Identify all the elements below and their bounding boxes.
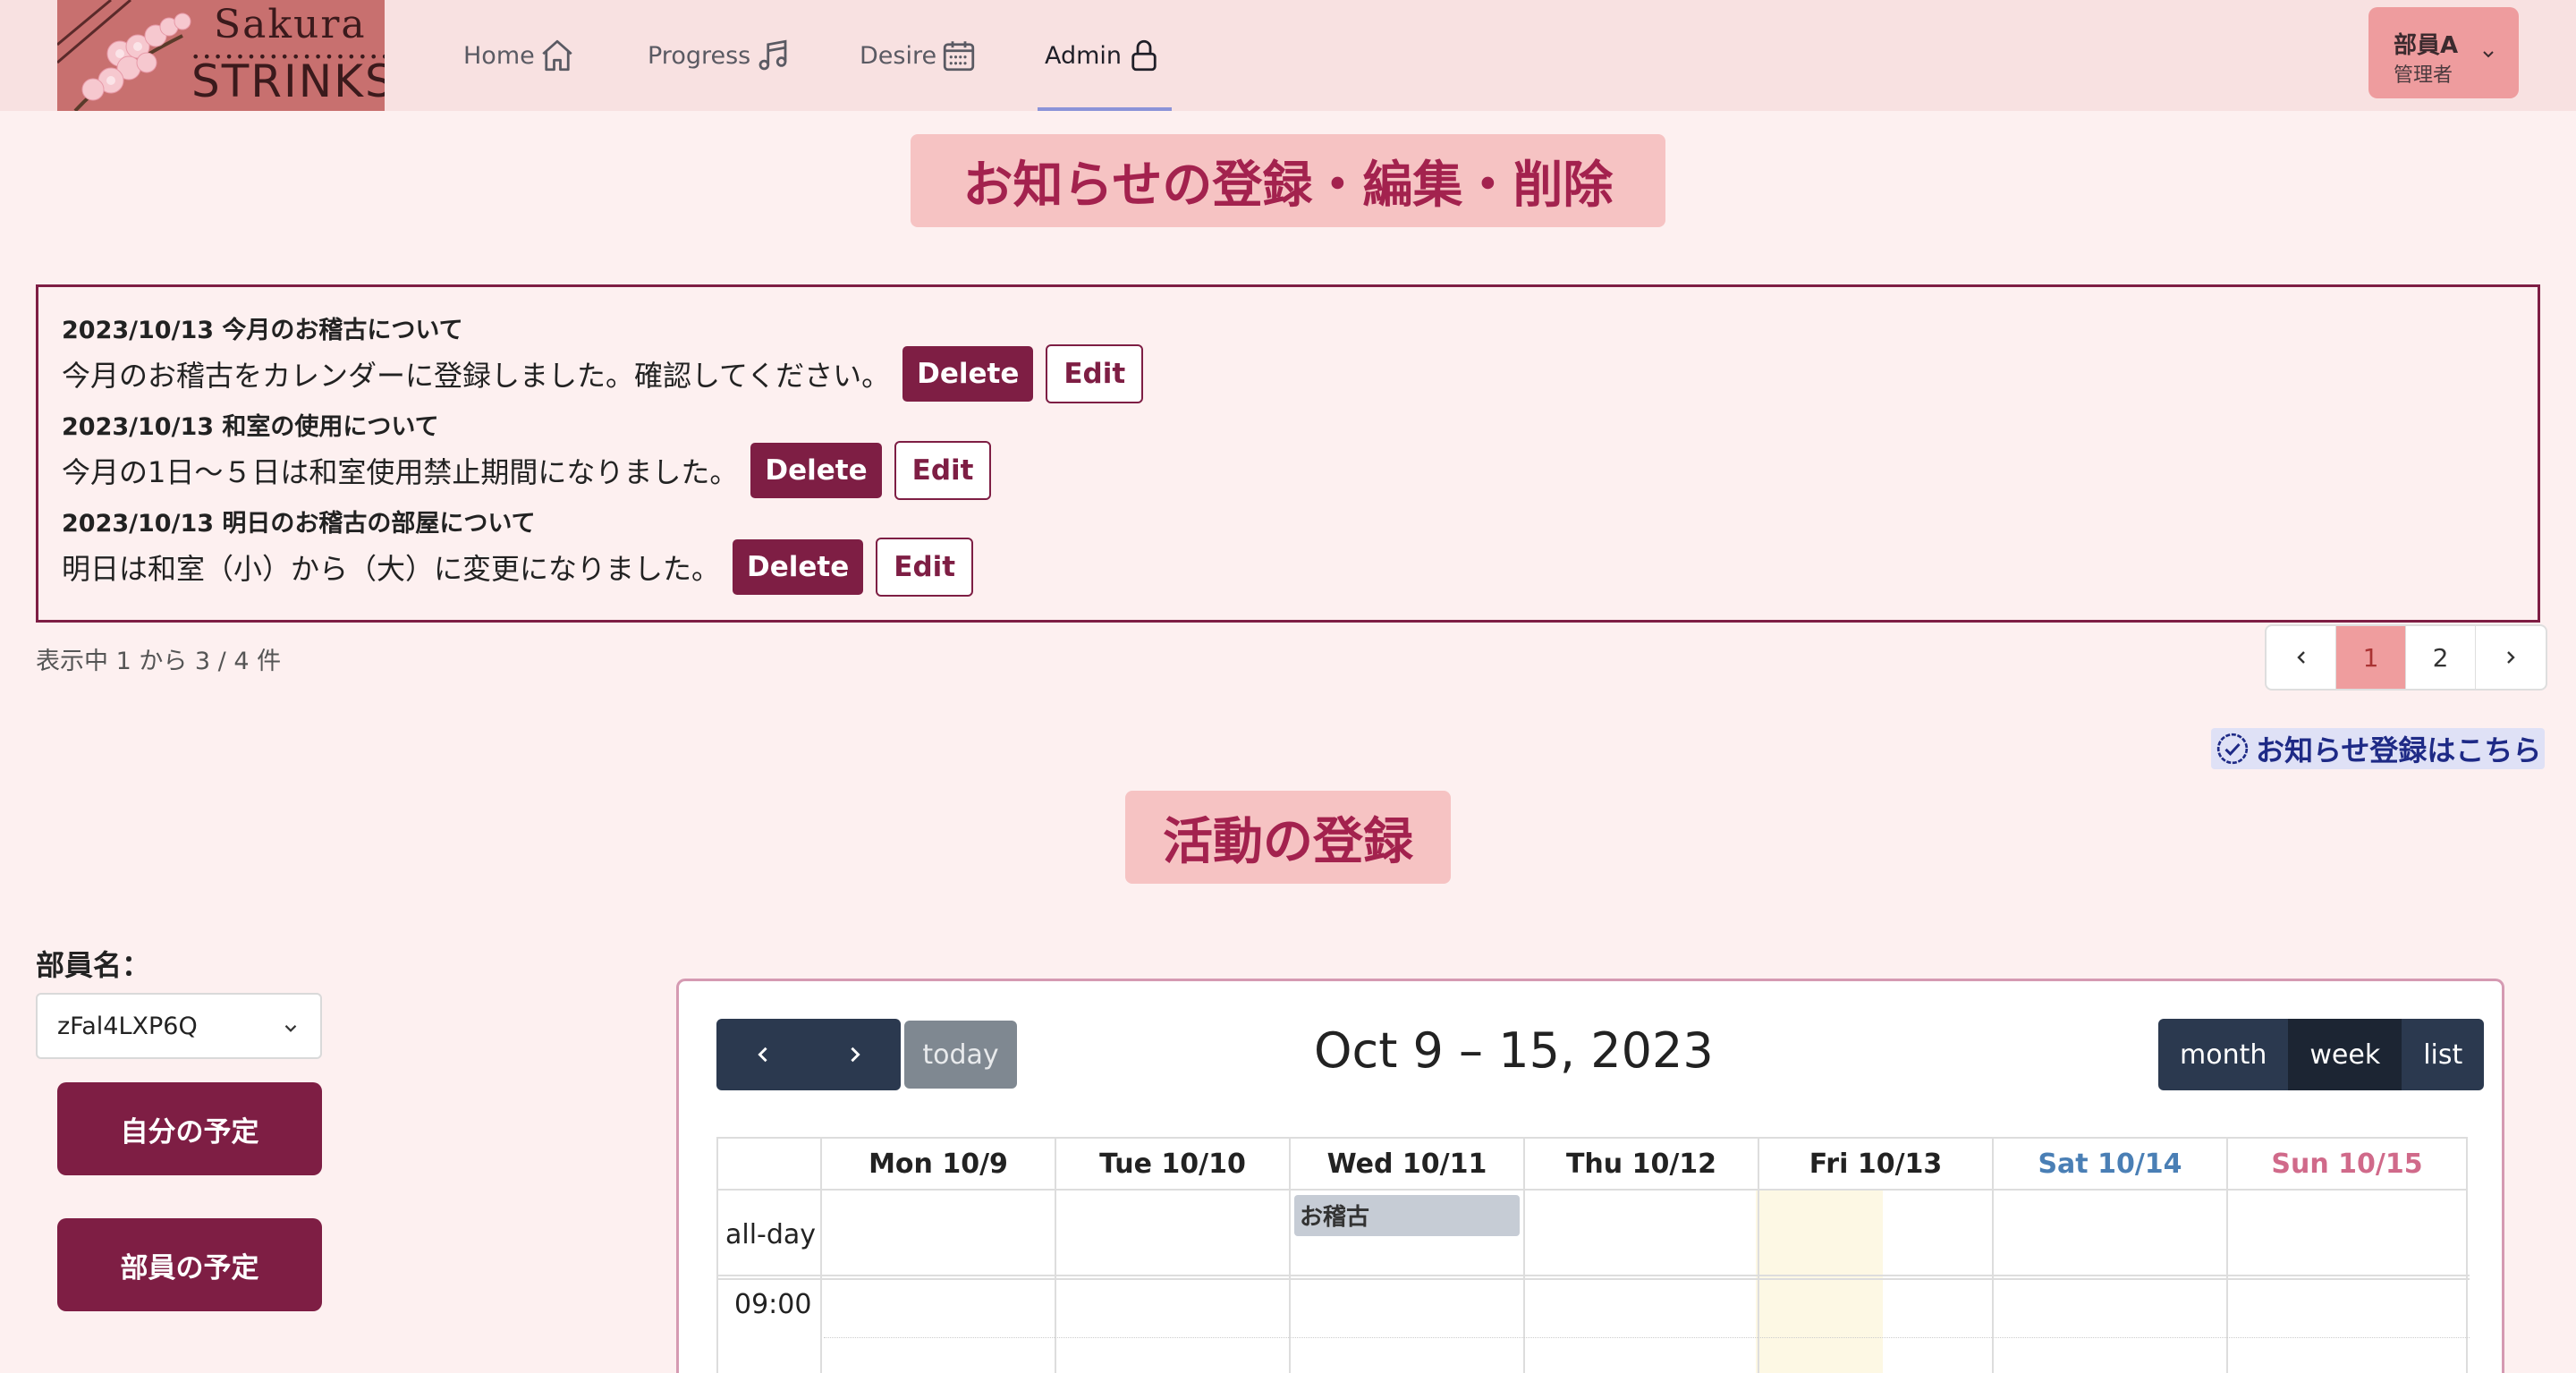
calendar-icon <box>943 41 975 72</box>
nav-progress-label: Progress <box>648 41 751 70</box>
delete-button[interactable]: Delete <box>902 346 1034 402</box>
notice-title: 2023/10/13 今月のお稽古について <box>62 317 463 344</box>
notice-body: 今月の1日〜５日は和室使用禁止期間になりました。 <box>62 455 739 489</box>
chevron-right-icon <box>850 1047 860 1063</box>
calendar-grid: Mon 10/9 Tue 10/10 Wed 10/11 Thu 10/12 F… <box>716 1137 2470 1373</box>
notice-register-link-label: お知らせ登録はこちら <box>2256 733 2542 767</box>
lock-icon <box>1131 39 1157 72</box>
notice-title: 2023/10/13 明日のお稽古の部屋について <box>62 510 536 538</box>
chevron-left-icon <box>757 1047 767 1063</box>
notice-item: 今月の1日〜５日は和室使用禁止期間になりました。 Delete Edit <box>62 441 992 500</box>
delete-button[interactable]: Delete <box>733 539 864 595</box>
edit-button[interactable]: Edit <box>1046 344 1144 403</box>
calendar-nav-group <box>716 1019 901 1090</box>
nav-desire-label: Desire <box>860 41 937 70</box>
nav-admin-label: Admin <box>1045 41 1123 70</box>
nav-progress[interactable]: Progress <box>648 30 792 81</box>
member-label: 部員名： <box>36 948 151 982</box>
day-header: Tue 10/10 <box>1056 1139 1289 1191</box>
user-menu-button[interactable]: 部員A 管理者 <box>2368 7 2519 98</box>
notice-body: 明日は和室（小）から（大）に変更になりました。 <box>62 552 721 586</box>
nav-home[interactable]: Home <box>463 30 576 81</box>
notice-register-link[interactable]: お知らせ登録はこちら <box>2211 728 2546 769</box>
member-select[interactable]: zFal4LXP6Q <box>36 993 322 1059</box>
member-schedule-button[interactable]: 部員の予定 <box>57 1218 322 1311</box>
calendar-event[interactable]: お稽古 <box>1294 1195 1520 1236</box>
notice-item: 明日は和室（小）から（大）に変更になりました。 Delete Edit <box>62 538 974 597</box>
logo[interactable]: Sakura •••••••••••••••••• STRINKS <box>57 0 385 111</box>
notice-count: 表示中 1 から 3 / 4 件 <box>36 648 282 675</box>
calendar-prev-button[interactable] <box>716 1019 809 1090</box>
calendar-title: Oct 9 – 15, 2023 <box>1314 1022 1714 1079</box>
allday-label: all-day <box>725 1219 817 1250</box>
calendar: today Oct 9 – 15, 2023 month week list M… <box>676 979 2504 1373</box>
view-month-button[interactable]: month <box>2158 1019 2289 1090</box>
delete-button[interactable]: Delete <box>750 443 882 498</box>
edit-button[interactable]: Edit <box>894 441 992 500</box>
notice-item: 今月のお稽古をカレンダーに登録しました。確認してください。 Delete Edi… <box>62 344 1144 403</box>
calendar-view-switcher: month week list <box>2158 1019 2485 1090</box>
pagination-prev-button[interactable] <box>2267 626 2336 689</box>
user-name: 部員A <box>2394 32 2459 59</box>
notice-section-heading: お知らせの登録・編集・削除 <box>911 134 1665 227</box>
day-header: Sat 10/14 <box>1994 1139 2226 1191</box>
allday-row <box>718 1191 2470 1280</box>
home-icon <box>542 39 572 72</box>
pagination-page-2[interactable]: 2 <box>2406 626 2476 689</box>
notice-title: 2023/10/13 和室の使用について <box>62 413 439 441</box>
notice-body: 今月のお稽古をカレンダーに登録しました。確認してください。 <box>62 359 891 393</box>
day-header: Wed 10/11 <box>1291 1139 1523 1191</box>
activity-section-heading: 活動の登録 <box>1125 791 1451 884</box>
nav-admin[interactable]: Admin <box>1045 30 1163 81</box>
day-header: Fri 10/13 <box>1759 1139 1992 1191</box>
view-list-button[interactable]: list <box>2402 1019 2485 1090</box>
my-schedule-button[interactable]: 自分の予定 <box>57 1082 322 1175</box>
logo-text-sakura: Sakura <box>214 2 367 47</box>
calendar-next-button[interactable] <box>809 1019 901 1090</box>
time-axis-header <box>718 1139 820 1191</box>
pagination-next-button[interactable] <box>2476 626 2546 689</box>
time-slot-label: 09:00 <box>734 1289 812 1320</box>
chevron-left-icon <box>2296 651 2305 664</box>
view-week-button[interactable]: week <box>2288 1019 2402 1090</box>
user-role: 管理者 <box>2394 64 2453 87</box>
check-badge-icon <box>2216 733 2249 765</box>
day-header: Sun 10/15 <box>2228 1139 2466 1191</box>
day-header: Thu 10/12 <box>1525 1139 1758 1191</box>
nav-active-indicator <box>1038 107 1172 111</box>
nav-desire[interactable]: Desire <box>860 30 978 81</box>
logo-text-strinks: STRINKS <box>191 55 385 107</box>
slot-divider <box>824 1337 2470 1338</box>
chevron-down-icon <box>2483 51 2494 58</box>
pagination: 1 2 <box>2265 624 2547 691</box>
edit-button[interactable]: Edit <box>876 538 974 597</box>
day-header: Mon 10/9 <box>822 1139 1055 1191</box>
pagination-page-1[interactable]: 1 <box>2336 626 2406 689</box>
calendar-today-button[interactable]: today <box>904 1021 1017 1089</box>
member-select-value: zFal4LXP6Q <box>57 1012 198 1040</box>
notice-list: 2023/10/13 今月のお稽古について 今月のお稽古をカレンダーに登録しまし… <box>36 284 2540 623</box>
chevron-down-icon <box>284 1025 297 1032</box>
navbar: Sakura •••••••••••••••••• STRINKS Home P… <box>0 0 2576 111</box>
music-note-icon <box>758 39 787 71</box>
nav-home-label: Home <box>463 41 535 70</box>
chevron-right-icon <box>2507 651 2515 664</box>
